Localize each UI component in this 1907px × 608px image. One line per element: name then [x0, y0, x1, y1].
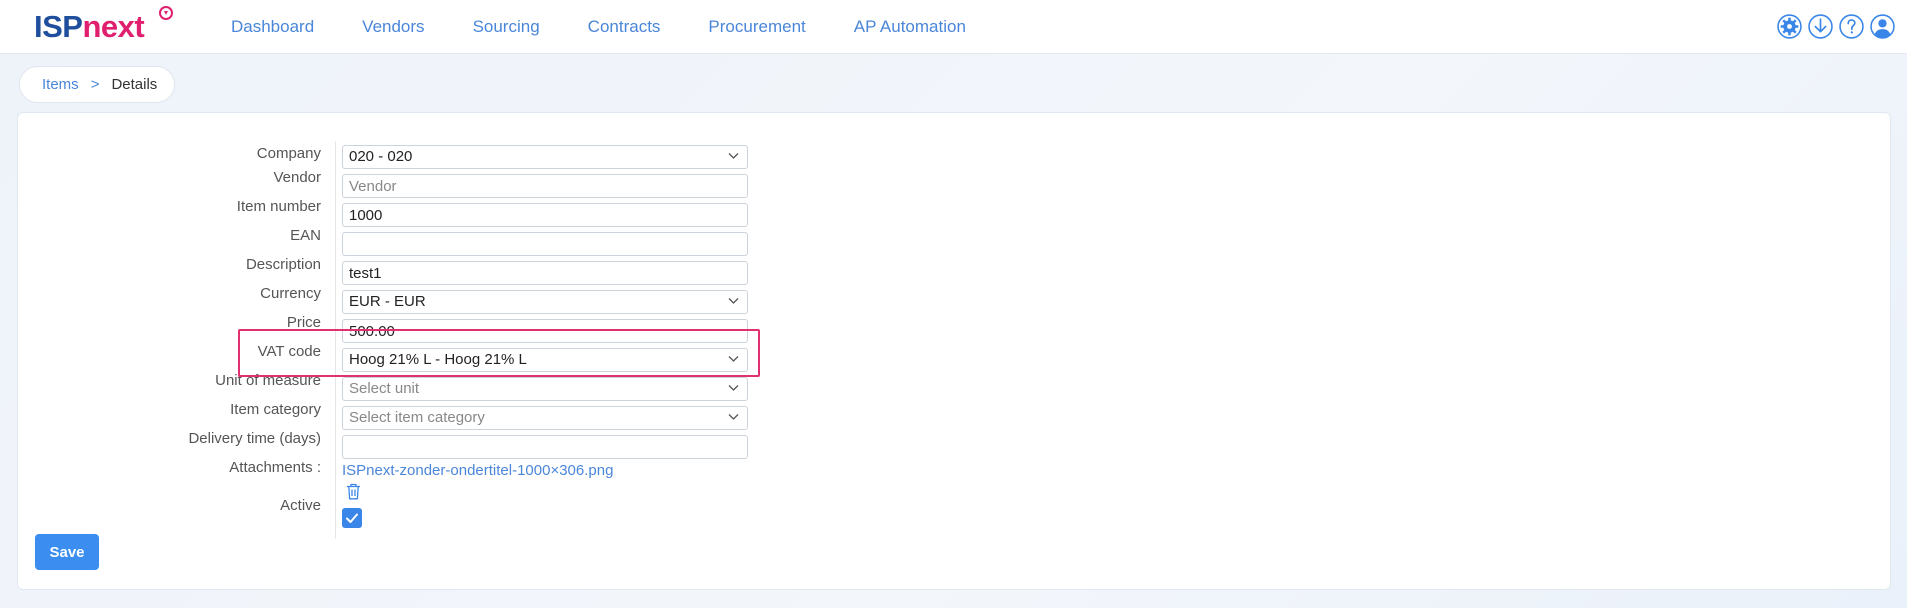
- item-category-select[interactable]: Select item category: [342, 406, 748, 430]
- vendor-input[interactable]: [342, 174, 748, 198]
- item-category-label: Item category: [230, 401, 321, 418]
- currency-select[interactable]: EUR - EUR: [342, 290, 748, 314]
- main-nav: Dashboard Vendors Sourcing Contracts Pro…: [231, 0, 1014, 53]
- active-checkbox[interactable]: [342, 508, 362, 528]
- unit-of-measure-placeholder: Select unit: [349, 380, 420, 397]
- vat-code-select[interactable]: Hoog 21% L - Hoog 21% L: [342, 348, 748, 372]
- user-icon[interactable]: [1870, 14, 1895, 39]
- item-number-label: Item number: [236, 198, 321, 215]
- settings-icon[interactable]: [1777, 14, 1802, 39]
- chevron-down-icon: [728, 356, 739, 362]
- logo-next-text: next: [82, 9, 145, 44]
- active-label: Active: [280, 497, 321, 514]
- nav-sourcing[interactable]: Sourcing: [473, 0, 540, 53]
- ean-label: EAN: [290, 227, 321, 244]
- top-navigation-bar: ISPnext Dashboard Vendors Sourcing Contr…: [0, 0, 1907, 54]
- logo-heart-icon: [159, 6, 173, 20]
- currency-label: Currency: [260, 285, 321, 302]
- unit-of-measure-label: Unit of measure: [215, 372, 321, 389]
- ispnext-logo[interactable]: ISPnext: [34, 6, 173, 47]
- nav-procurement[interactable]: Procurement: [708, 0, 805, 53]
- chevron-down-icon: [728, 298, 739, 304]
- save-button[interactable]: Save: [35, 534, 99, 570]
- attachments-label: Attachments :: [229, 459, 321, 476]
- vat-code-label: VAT code: [257, 343, 321, 360]
- header-icon-group: [1777, 14, 1895, 39]
- breadcrumb-current: Details: [111, 76, 158, 93]
- label-divider: [335, 141, 336, 539]
- breadcrumb-items-link[interactable]: Items: [42, 76, 79, 93]
- currency-value: EUR - EUR: [349, 293, 426, 310]
- chevron-down-icon: [728, 385, 739, 391]
- vendor-label: Vendor: [273, 169, 321, 186]
- company-value: 020 - 020: [349, 148, 413, 165]
- price-input[interactable]: [342, 319, 748, 343]
- chevron-down-icon: [728, 414, 739, 420]
- description-input[interactable]: [342, 261, 748, 285]
- item-category-placeholder: Select item category: [349, 409, 485, 426]
- nav-contracts[interactable]: Contracts: [588, 0, 661, 53]
- company-select[interactable]: 020 - 020: [342, 145, 748, 169]
- breadcrumb-separator: >: [90, 76, 100, 93]
- trash-icon[interactable]: [346, 483, 361, 500]
- logo-isp-text: ISP: [34, 9, 83, 44]
- price-label: Price: [286, 314, 321, 331]
- delivery-time-input[interactable]: [342, 435, 748, 459]
- company-label: Company: [256, 145, 321, 162]
- vat-code-value: Hoog 21% L - Hoog 21% L: [349, 351, 527, 368]
- description-label: Description: [245, 256, 321, 273]
- item-details-panel: Company 020 - 020 Vendor Item number EAN…: [17, 112, 1891, 590]
- nav-dashboard[interactable]: Dashboard: [231, 0, 314, 53]
- download-icon[interactable]: [1808, 14, 1833, 39]
- unit-of-measure-select[interactable]: Select unit: [342, 377, 748, 401]
- ean-input[interactable]: [342, 232, 748, 256]
- nav-ap-automation[interactable]: AP Automation: [854, 0, 966, 53]
- delivery-time-label: Delivery time (days): [188, 430, 321, 447]
- chevron-down-icon: [728, 153, 739, 159]
- item-number-input[interactable]: [342, 203, 748, 227]
- breadcrumb: Items > Details: [19, 66, 175, 103]
- help-icon[interactable]: [1839, 14, 1864, 39]
- checkmark-icon: [346, 513, 358, 523]
- attachment-file-link[interactable]: ISPnext-zonder-ondertitel-1000×306.png: [342, 462, 613, 479]
- nav-vendors[interactable]: Vendors: [362, 0, 424, 53]
